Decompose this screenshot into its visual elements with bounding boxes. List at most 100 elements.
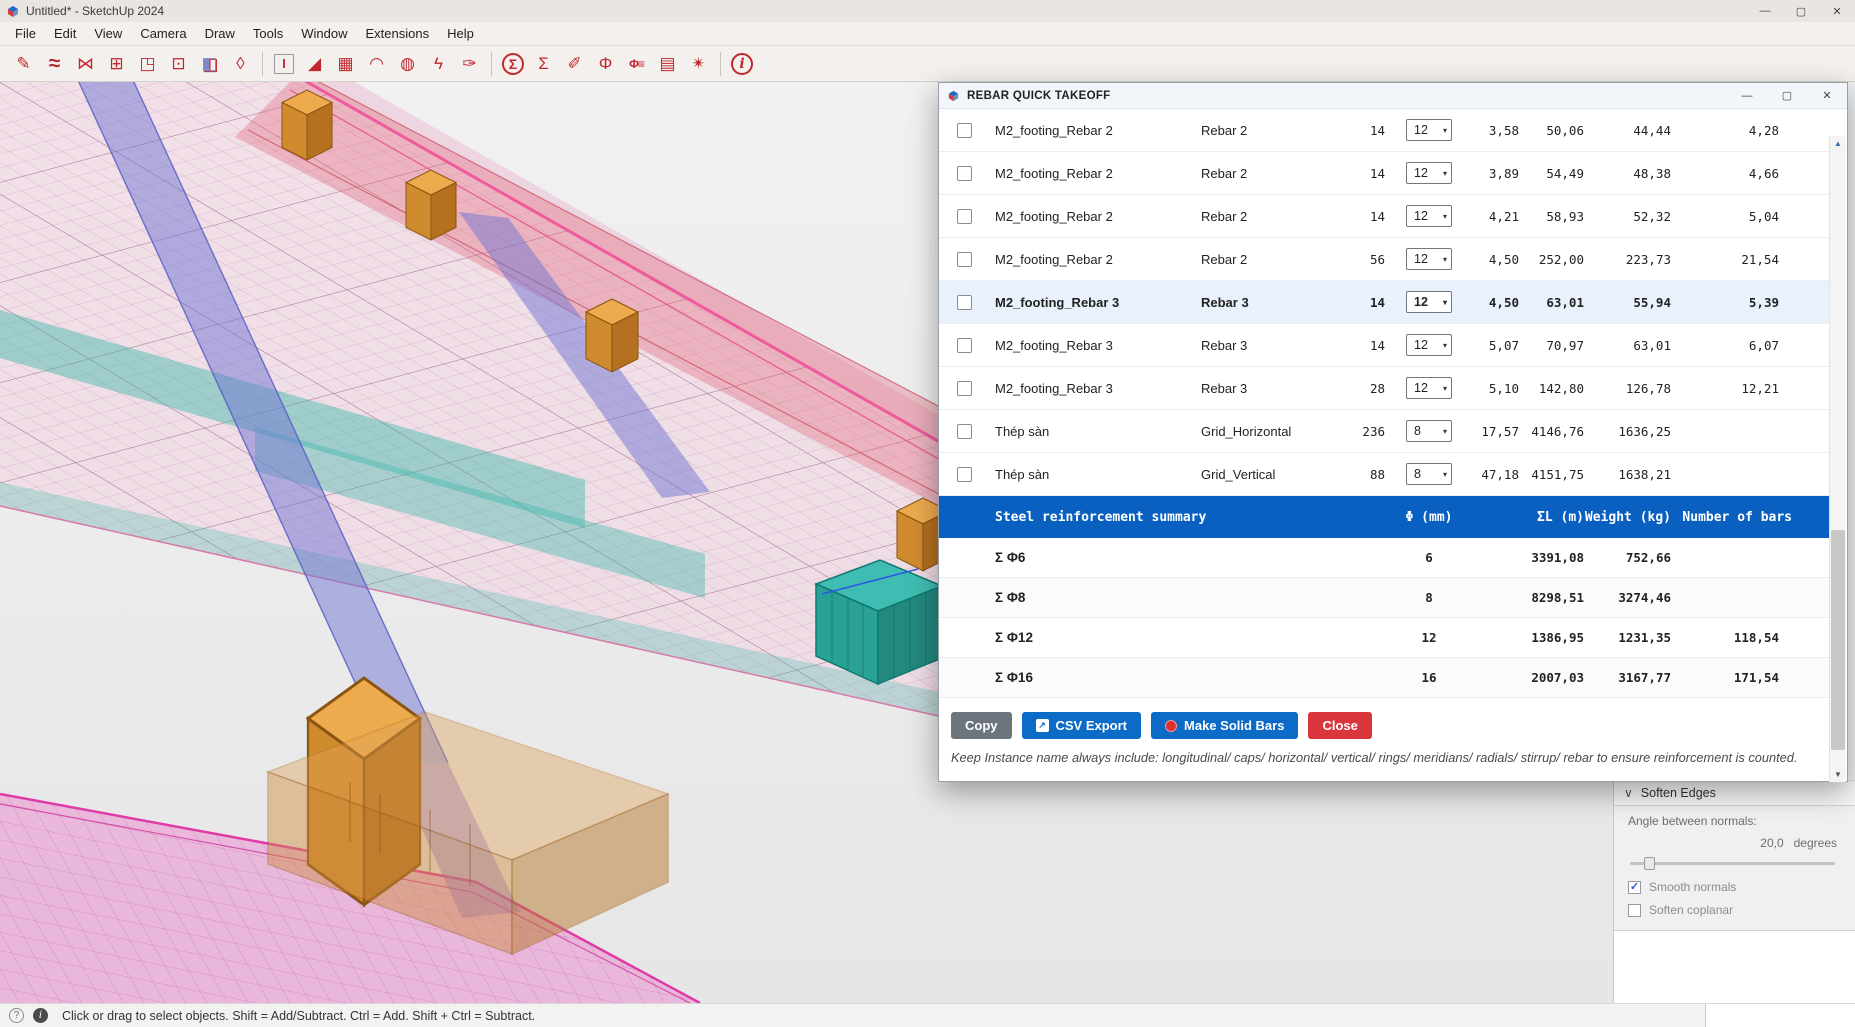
diameter-select[interactable]: 12 ▾ [1406,334,1452,356]
soften-edges-header[interactable]: ∨ Soften Edges [1614,780,1855,806]
diameter-select[interactable]: 8 ▾ [1406,463,1452,485]
row-total-length: 4146,76 [1531,423,1584,439]
menu-item-tools[interactable]: Tools [244,22,292,45]
chevron-down-icon: ▾ [1442,426,1447,436]
diameter-list-icon[interactable]: Φ≡ [623,50,650,77]
takeoff-edit-icon[interactable]: ✐ [561,50,588,77]
triangle-mesh-icon[interactable]: ◢ [301,50,328,77]
dialog-scrollbar[interactable]: ▲ ▼ [1829,136,1846,782]
scroll-down-icon[interactable]: ▼ [1830,767,1846,782]
window-close-button[interactable]: ✕ [1819,0,1855,22]
row-checkbox[interactable] [957,466,972,482]
row-count: 88 [1369,466,1385,482]
curved-rebar-icon[interactable]: ◠ [363,50,390,77]
dialog-close-button[interactable]: ✕ [1807,83,1847,108]
menu-item-extensions[interactable]: Extensions [357,22,439,45]
row-checkbox[interactable] [957,423,972,439]
slider-thumb[interactable] [1644,857,1656,870]
angle-unit: degrees [1793,836,1837,850]
info-icon[interactable]: i [731,52,753,75]
menu-item-draw[interactable]: Draw [196,22,244,45]
row-checkbox[interactable] [957,294,972,310]
help-icon[interactable]: ? [9,1008,24,1023]
row-weight: 52,32 [1633,208,1671,224]
row-total-length: 142,80 [1538,380,1584,396]
window-maximize-button[interactable]: ▢ [1783,0,1819,22]
row-checkbox[interactable] [957,380,972,396]
diameter-select[interactable]: 12 ▾ [1406,205,1452,227]
row-total-length: 252,00 [1538,251,1584,267]
rebar-quick-takeoff-icon[interactable]: Σ [502,52,524,75]
row-count: 14 [1369,337,1385,353]
grid-mesh-icon[interactable]: ▦ [332,50,359,77]
window-title: Untitled* - SketchUp 2024 [26,4,165,18]
spiral-rebar-icon[interactable]: ϟ [425,50,452,77]
row-type: Grid_Vertical [1201,466,1276,482]
summary-row-label: Σ Φ6 [995,550,1026,565]
edit-rebar-icon[interactable]: ✑ [456,50,483,77]
row-length: 4,50 [1488,294,1519,310]
diameter-select[interactable]: 8 ▾ [1406,420,1452,442]
center-bars-icon[interactable]: ⊡ [165,50,192,77]
takeoff-selection-icon[interactable]: Ʃ [530,50,557,77]
red-dot-icon [1165,719,1178,732]
tools-icon[interactable]: ✴ [685,50,712,77]
table-row: M2_footing_Rebar 3 Rebar 3 14 12 ▾ 5,07 … [939,324,1830,367]
text-tag-icon[interactable]: I [274,53,294,74]
scrollbar-thumb[interactable] [1831,530,1845,750]
dialog-maximize-button[interactable]: ▢ [1767,83,1807,108]
scroll-up-icon[interactable]: ▲ [1830,136,1846,151]
row-total-length: 63,01 [1546,294,1584,310]
csv-export-button[interactable]: ↗ CSV Export [1021,712,1142,739]
menu-item-file[interactable]: File [6,22,45,45]
draw-rebar-icon[interactable]: ✎ [10,50,37,77]
schedule-table-icon[interactable]: ▤ [654,50,681,77]
dialog-titlebar[interactable]: REBAR QUICK TAKEOFF — ▢ ✕ [939,83,1847,109]
row-count: 14 [1369,208,1385,224]
corner-bars-icon[interactable]: ◳ [134,50,161,77]
soften-coplanar-checkbox[interactable] [1628,903,1641,917]
mirror-rebar-icon[interactable]: ⋈ [72,50,99,77]
menu-item-camera[interactable]: Camera [131,22,195,45]
diameter-select[interactable]: 12 ▾ [1406,291,1452,313]
window-minimize-button[interactable]: — [1747,0,1783,22]
smooth-normals-checkbox[interactable]: ✓ [1628,880,1641,894]
rebar-shape-icon[interactable]: ≈ [41,50,68,77]
diameter-select[interactable]: 12 ▾ [1406,377,1452,399]
measurements-box[interactable] [1705,1004,1855,1027]
eraser-icon[interactable]: ◊ [227,50,254,77]
diameter-select[interactable]: 12 ▾ [1406,162,1452,184]
row-checkbox[interactable] [957,251,972,267]
diameter-select[interactable]: 12 ▾ [1406,119,1452,141]
angle-slider[interactable] [1630,856,1835,870]
diameter-select[interactable]: 12 ▾ [1406,248,1452,270]
dialog-minimize-button[interactable]: — [1727,83,1767,108]
row-length: 47,18 [1481,466,1519,482]
table-row: M2_footing_Rebar 3 Rebar 3 14 12 ▾ 4,50 … [939,281,1830,324]
solid-box-icon[interactable]: ◧ [196,50,223,77]
copy-button[interactable]: Copy [951,712,1012,739]
chevron-down-icon: ▾ [1442,383,1447,393]
make-solid-bars-button[interactable]: Make Solid Bars [1151,712,1299,739]
rebar-array-icon[interactable]: ⊞ [103,50,130,77]
menu-item-view[interactable]: View [85,22,131,45]
toolbar-separator [262,51,263,76]
row-checkbox[interactable] [957,208,972,224]
menu-item-edit[interactable]: Edit [45,22,85,45]
menu-item-window[interactable]: Window [292,22,356,45]
close-button[interactable]: Close [1308,712,1372,739]
menu-item-help[interactable]: Help [438,22,483,45]
info-icon[interactable]: i [33,1008,48,1023]
dialog-sketchup-icon [947,89,960,102]
chevron-down-icon: ▾ [1442,469,1447,479]
row-checkbox[interactable] [957,122,972,138]
diameter-value: 8 [1414,424,1421,438]
row-checkbox[interactable] [957,337,972,353]
summary-title: Steel reinforcement summary [995,509,1207,525]
row-name: M2_footing_Rebar 2 [995,208,1113,224]
diameter-value: 12 [1414,166,1428,180]
row-checkbox[interactable] [957,165,972,181]
diameter-mark-icon[interactable]: Φ [592,50,619,77]
summary-row-label: Σ Φ8 [995,590,1026,605]
dome-mesh-icon[interactable]: ◍ [394,50,421,77]
